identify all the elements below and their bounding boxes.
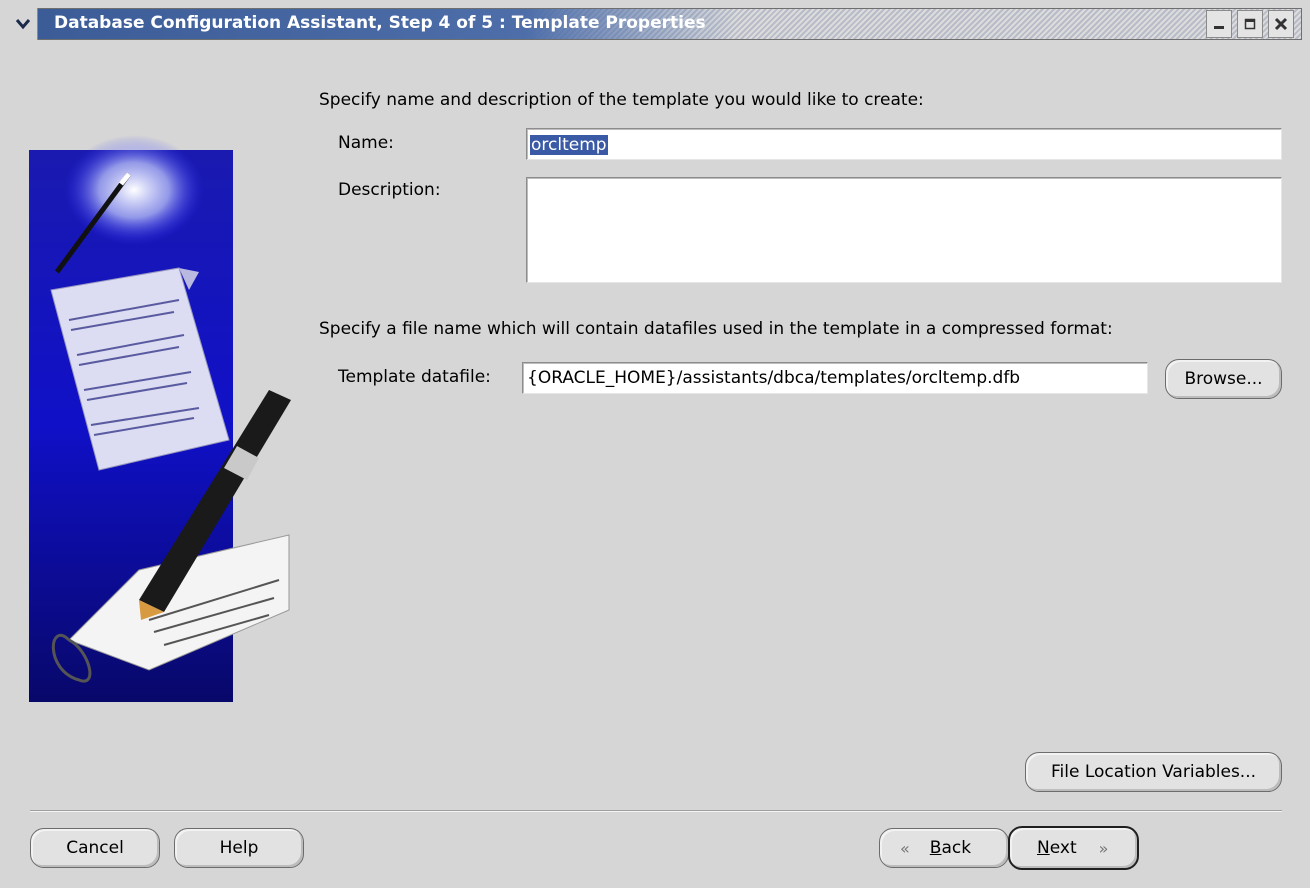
maximize-button[interactable] [1237, 10, 1263, 38]
description-textarea[interactable] [527, 178, 1281, 282]
cancel-button-label: Cancel [66, 838, 124, 858]
chevron-down-icon [15, 19, 30, 30]
maximize-icon [1244, 18, 1256, 30]
template-intro-text: Specify name and description of the temp… [319, 90, 924, 110]
help-button[interactable]: Help [174, 828, 304, 868]
footer-separator [30, 810, 1282, 812]
template-datafile-label: Template datafile: [338, 367, 491, 387]
next-button-label: Next [1037, 838, 1077, 858]
minimize-button[interactable] [1206, 10, 1232, 38]
template-datafile-field[interactable] [522, 362, 1148, 394]
back-button[interactable]: « Back [879, 828, 1009, 868]
back-arrow-icon: « [900, 838, 910, 858]
next-arrow-icon: » [1098, 838, 1109, 858]
file-location-variables-label: File Location Variables... [1050, 762, 1257, 782]
minimize-icon [1214, 26, 1224, 29]
file-location-variables-button[interactable]: File Location Variables... [1025, 752, 1282, 792]
close-icon [1274, 17, 1288, 31]
browse-button-label: Browse... [1184, 369, 1263, 389]
next-button[interactable]: Next » [1008, 826, 1139, 870]
window-title: Database Configuration Assistant, Step 4… [54, 13, 706, 33]
help-button-label: Help [219, 838, 259, 858]
name-field-value[interactable]: orcltemp [530, 135, 608, 155]
description-field[interactable] [526, 177, 1282, 283]
back-button-label: Back [929, 838, 972, 858]
window-menu-button[interactable] [8, 8, 38, 40]
close-button[interactable] [1268, 10, 1294, 38]
name-label: Name: [338, 133, 394, 153]
cancel-button[interactable]: Cancel [30, 828, 160, 868]
window-titlebar: Database Configuration Assistant, Step 4… [0, 0, 1310, 50]
template-datafile-input[interactable] [523, 363, 1147, 393]
description-label: Description: [338, 180, 441, 200]
wizard-illustration [29, 135, 291, 702]
name-field[interactable]: orcltemp [526, 128, 1282, 160]
datafile-intro-text: Specify a file name which will contain d… [319, 319, 1113, 339]
browse-button[interactable]: Browse... [1165, 359, 1282, 399]
